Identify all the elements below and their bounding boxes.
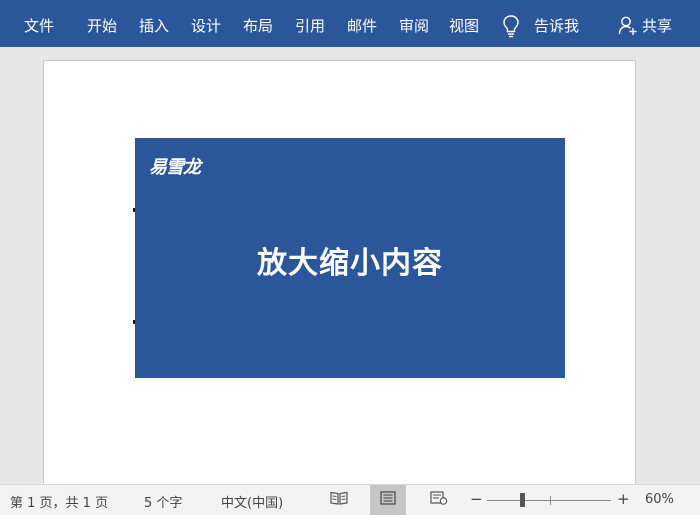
web-layout-icon <box>430 491 448 509</box>
share-label: 共享 <box>642 17 673 35</box>
tell-me-search[interactable]: 告诉我 <box>502 14 579 38</box>
print-layout-button[interactable] <box>370 485 406 515</box>
tab-view[interactable]: 视图 <box>449 16 479 36</box>
zoom-out-button[interactable]: − <box>470 490 483 508</box>
zoom-slider-center-mark <box>550 496 551 505</box>
page-info[interactable]: 第 1 页，共 1 页 <box>10 492 108 511</box>
book-icon <box>330 491 348 509</box>
zoom-in-button[interactable]: + <box>617 490 630 508</box>
tab-layout[interactable]: 布局 <box>243 16 273 36</box>
person-add-icon <box>618 15 638 37</box>
tab-references[interactable]: 引用 <box>295 16 325 36</box>
page-layout-icon <box>380 491 396 509</box>
lightbulb-icon <box>502 14 520 38</box>
tab-mailings[interactable]: 邮件 <box>347 16 377 36</box>
read-mode-button[interactable] <box>321 485 357 515</box>
tab-file[interactable]: 文件 <box>24 16 54 36</box>
brand-logo: 易雪龙 <box>149 157 201 178</box>
ribbon-tab-bar: 文件 开始 插入 设计 布局 引用 邮件 审阅 视图 告诉我 共享 <box>0 0 700 47</box>
tab-insert[interactable]: 插入 <box>139 16 169 36</box>
tab-review[interactable]: 审阅 <box>399 16 429 36</box>
zoom-level[interactable]: 60% <box>645 492 674 507</box>
tell-me-label: 告诉我 <box>534 17 580 35</box>
language-indicator[interactable]: 中文(中国) <box>221 492 283 511</box>
web-layout-button[interactable] <box>421 485 457 515</box>
tab-home[interactable]: 开始 <box>87 16 117 36</box>
banner-image[interactable]: 易雪龙 放大缩小内容 <box>135 138 565 378</box>
zoom-slider-thumb[interactable] <box>520 493 525 507</box>
word-count[interactable]: 5 个字 <box>144 492 182 511</box>
banner-headline: 放大缩小内容 <box>257 246 443 281</box>
zoom-slider-track[interactable] <box>487 500 611 501</box>
tab-design[interactable]: 设计 <box>191 16 221 36</box>
share-button[interactable]: 共享 <box>618 14 672 38</box>
status-bar: 第 1 页，共 1 页 5 个字 中文(中国) − + 60% <box>0 484 700 515</box>
